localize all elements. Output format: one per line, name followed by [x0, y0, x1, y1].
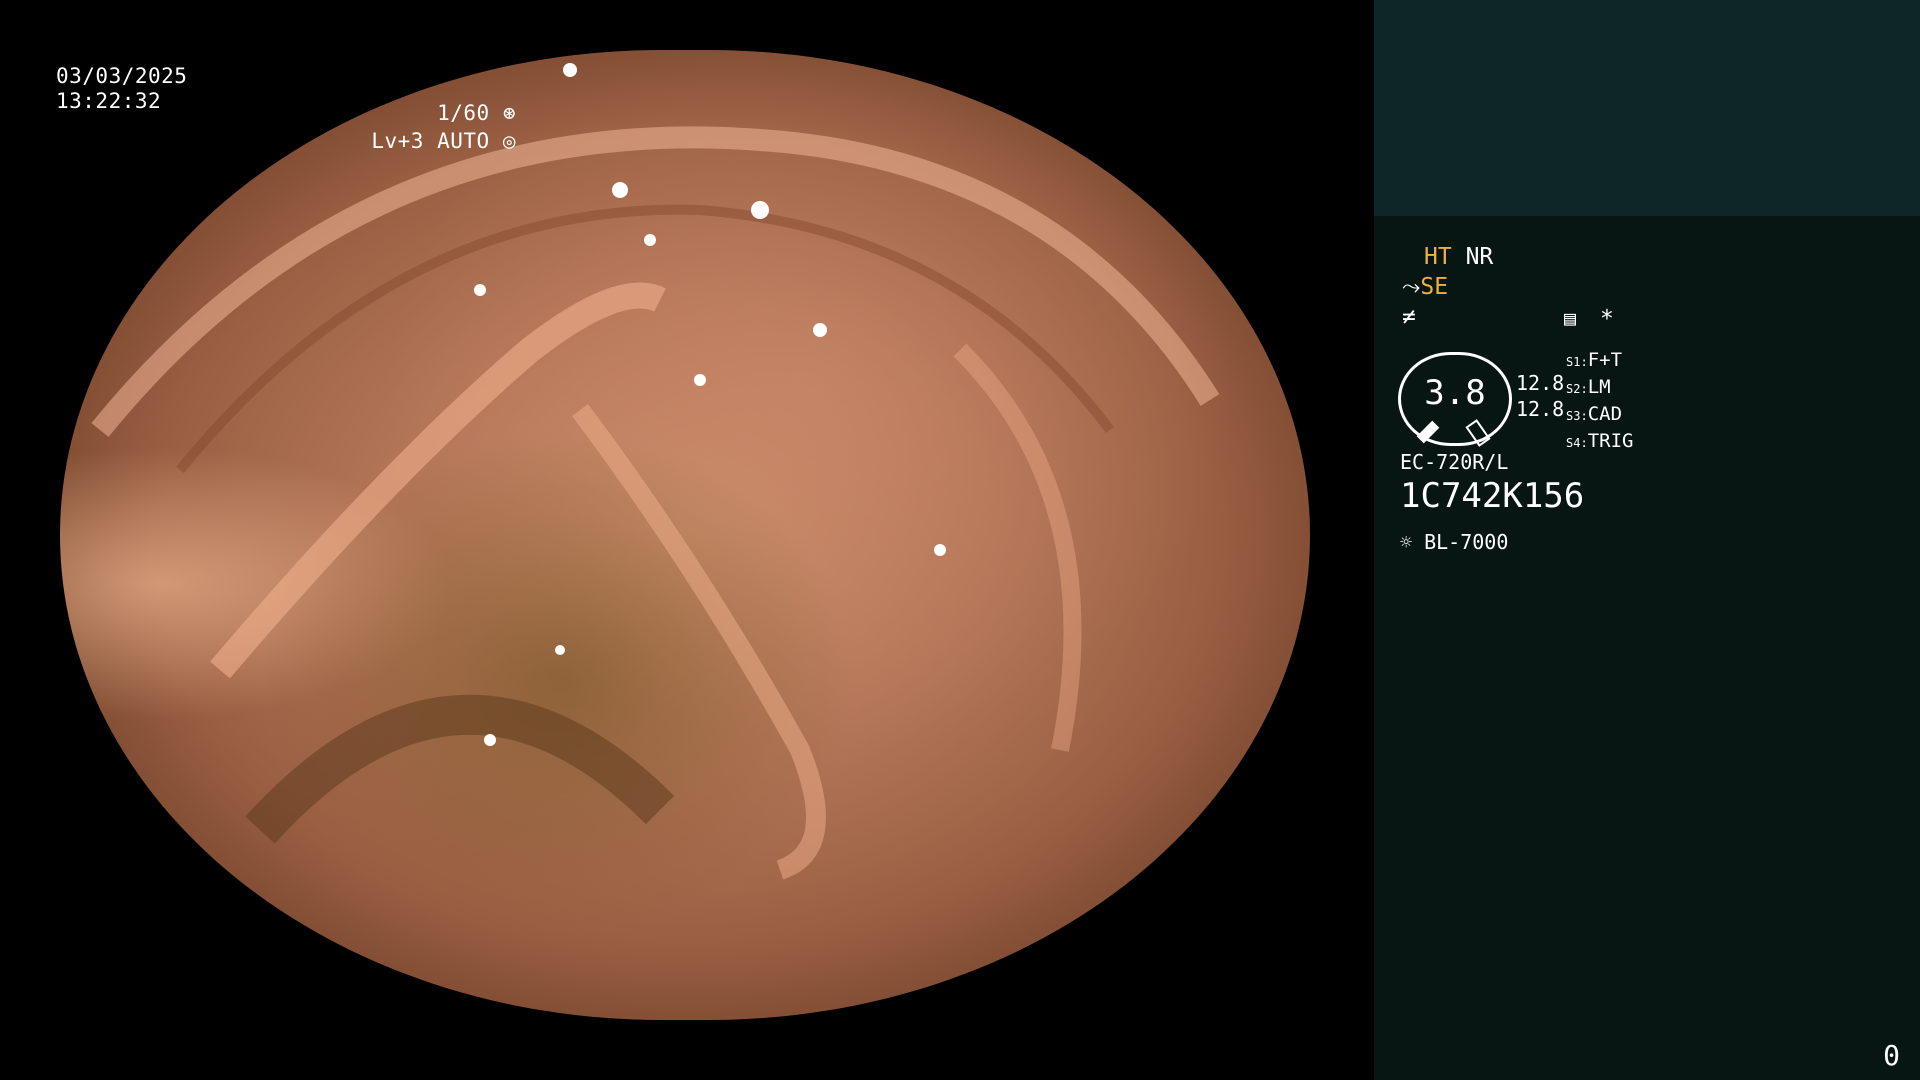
ht-nr-row: HT NR: [1424, 244, 1493, 270]
shutter-row: 1/60 ⊛: [371, 99, 516, 127]
date-text: 03/03/2025: [56, 64, 188, 88]
gain-values: 12.8 12.8: [1516, 370, 1564, 422]
light-source-icon: ☼: [1400, 530, 1413, 554]
level-text: Lv+3: [371, 129, 424, 153]
aperture-icon: ⊛: [502, 101, 516, 125]
switch-value: LM: [1587, 376, 1611, 398]
shutter-text: 1/60: [437, 101, 490, 125]
switch-row: S4:TRIG: [1566, 430, 1634, 452]
time-text: 13:22:32: [56, 89, 162, 113]
switch-value: TRIG: [1587, 430, 1634, 452]
gauge-value: 3.8: [1424, 373, 1486, 413]
switch-row: S2:LM: [1566, 376, 1611, 398]
switch-row: S1:F+T: [1566, 349, 1623, 371]
light-source-text: BL-7000: [1424, 530, 1509, 554]
switch-key: S4: [1566, 436, 1581, 450]
info-panel: HT NR ⤳SE ≠ ▤ * 3.8 12.8 12.8 S1:F+T S2:…: [1374, 0, 1920, 1080]
exposure-readout: 1/60 ⊛ Lv+3 AUTO ◎: [371, 99, 516, 155]
switch-row: S3:CAD: [1566, 403, 1623, 425]
frame-counter: 0: [1883, 1039, 1900, 1072]
switch-value: F+T: [1587, 349, 1623, 371]
se-label: SE: [1420, 274, 1449, 300]
record-icon: ▤: [1564, 306, 1577, 330]
not-equal-icon: ≠: [1402, 304, 1416, 330]
level-row: Lv+3 AUTO ◎: [371, 127, 516, 155]
mode-text: AUTO: [437, 129, 490, 153]
date-time-readout: 03/03/2025 13:22:32: [56, 64, 187, 114]
switch-key: S1: [1566, 355, 1581, 369]
light-source-row: ☼ BL-7000: [1400, 530, 1508, 554]
ht-label: HT: [1424, 244, 1452, 270]
gain-value-2: 12.8: [1516, 397, 1565, 421]
panel-header-area: [1374, 0, 1920, 216]
switch-value: CAD: [1587, 403, 1623, 425]
scope-serial: 1C742K156: [1400, 476, 1585, 516]
asterisk-indicator: *: [1600, 306, 1614, 332]
auto-iris-icon: ◎: [502, 129, 516, 153]
scope-arrow-icon: ⤳: [1402, 274, 1421, 300]
gauge-needle: [1416, 420, 1440, 444]
nr-label: NR: [1465, 244, 1494, 270]
switch-key: S3: [1566, 409, 1581, 423]
switch-list: S1:F+T S2:LM S3:CAD S4:TRIG: [1566, 348, 1633, 456]
switch-key: S2: [1566, 382, 1581, 396]
endoscope-viewport: 03/03/2025 13:22:32 1/60 ⊛ Lv+3 AUTO ◎: [0, 0, 1374, 1080]
gain-value-1: 12.8: [1516, 371, 1565, 395]
zoom-gauge: 3.8: [1398, 352, 1512, 447]
endoscopic-image: [60, 50, 1310, 1020]
scope-model: EC-720R/L: [1400, 450, 1509, 474]
mucosa-folds: [91, 63, 1220, 880]
gauge-needle-outline: [1465, 419, 1491, 447]
se-row: ⤳SE: [1402, 274, 1448, 300]
